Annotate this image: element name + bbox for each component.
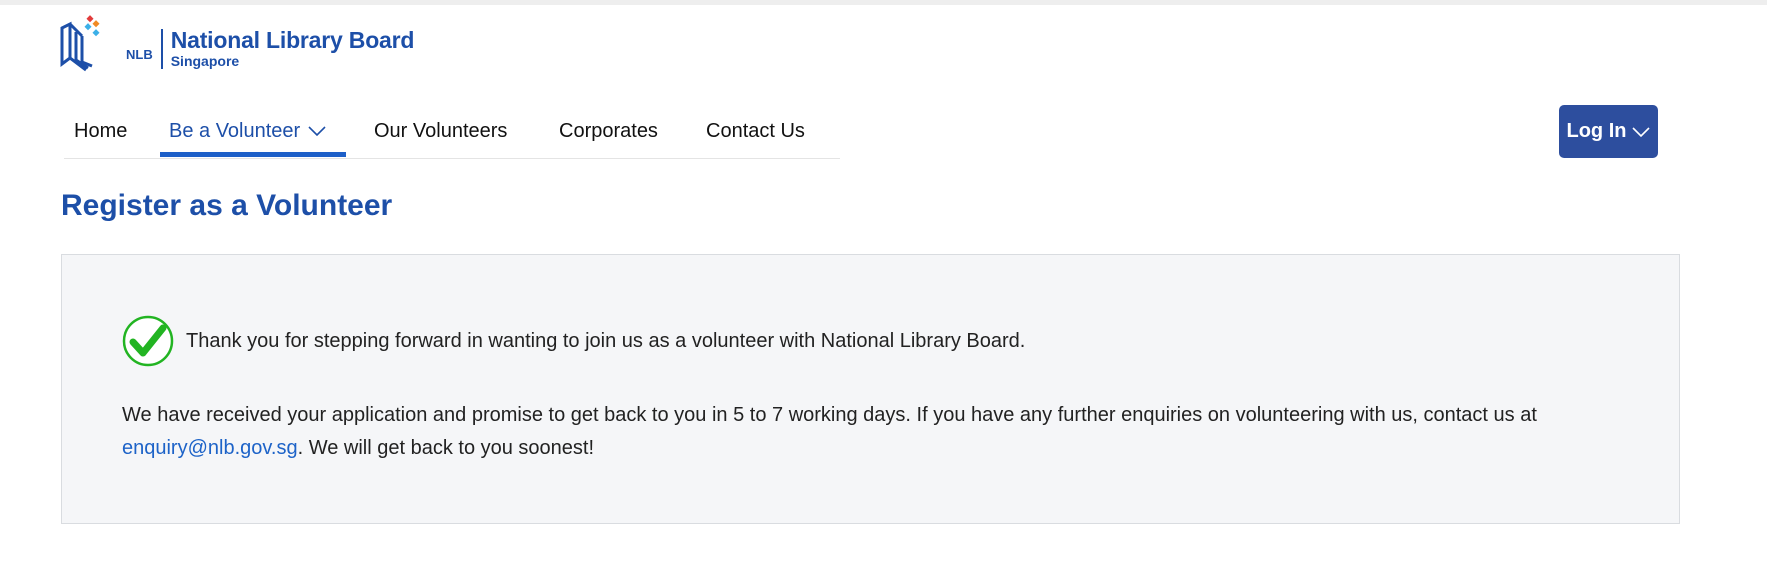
check-circle-icon (122, 315, 174, 367)
confirmation-panel: Thank you for stepping forward in wantin… (61, 254, 1680, 524)
nlb-logo[interactable]: NLB National Library Board Singapore (60, 14, 414, 76)
main-nav: Home Be a Volunteer Our Volunteers Corpo… (64, 106, 840, 159)
active-tab-indicator (160, 152, 346, 157)
nav-our-volunteers[interactable]: Our Volunteers (374, 106, 507, 156)
enquiry-email-link[interactable]: enquiry@nlb.gov.sg (122, 437, 298, 459)
page-title: Register as a Volunteer (61, 189, 393, 222)
nav-home[interactable]: Home (74, 106, 127, 156)
nav-corporates[interactable]: Corporates (559, 106, 658, 156)
nlb-book-logo-icon (60, 14, 122, 76)
logo-divider (160, 29, 163, 69)
application-info-message: We have received your application and pr… (122, 399, 1602, 465)
chevron-down-icon (308, 126, 326, 136)
top-strip (0, 0, 1767, 5)
nav-contact-us[interactable]: Contact Us (706, 106, 805, 156)
login-button-label: Log In (1566, 120, 1627, 142)
nav-home-label: Home (74, 119, 128, 142)
info-text-before: We have received your application and pr… (122, 404, 1537, 426)
logo-name: National Library Board (170, 27, 415, 53)
thank-you-message: Thank you for stepping forward in wantin… (186, 330, 1026, 352)
login-button[interactable]: Log In (1559, 105, 1658, 158)
nav-be-a-volunteer[interactable]: Be a Volunteer (169, 106, 326, 156)
chevron-down-icon (1632, 126, 1651, 137)
logo-abbreviation: NLB (126, 46, 153, 62)
logo-text: National Library Board Singapore (171, 27, 415, 69)
nav-our-volunteers-label: Our Volunteers (374, 119, 508, 142)
nav-corporates-label: Corporates (559, 119, 658, 142)
nav-be-a-volunteer-label: Be a Volunteer (169, 119, 301, 142)
info-text-after: . We will get back to you soonest! (297, 437, 595, 459)
logo-subtitle: Singapore (170, 53, 240, 69)
nav-contact-us-label: Contact Us (706, 119, 805, 142)
